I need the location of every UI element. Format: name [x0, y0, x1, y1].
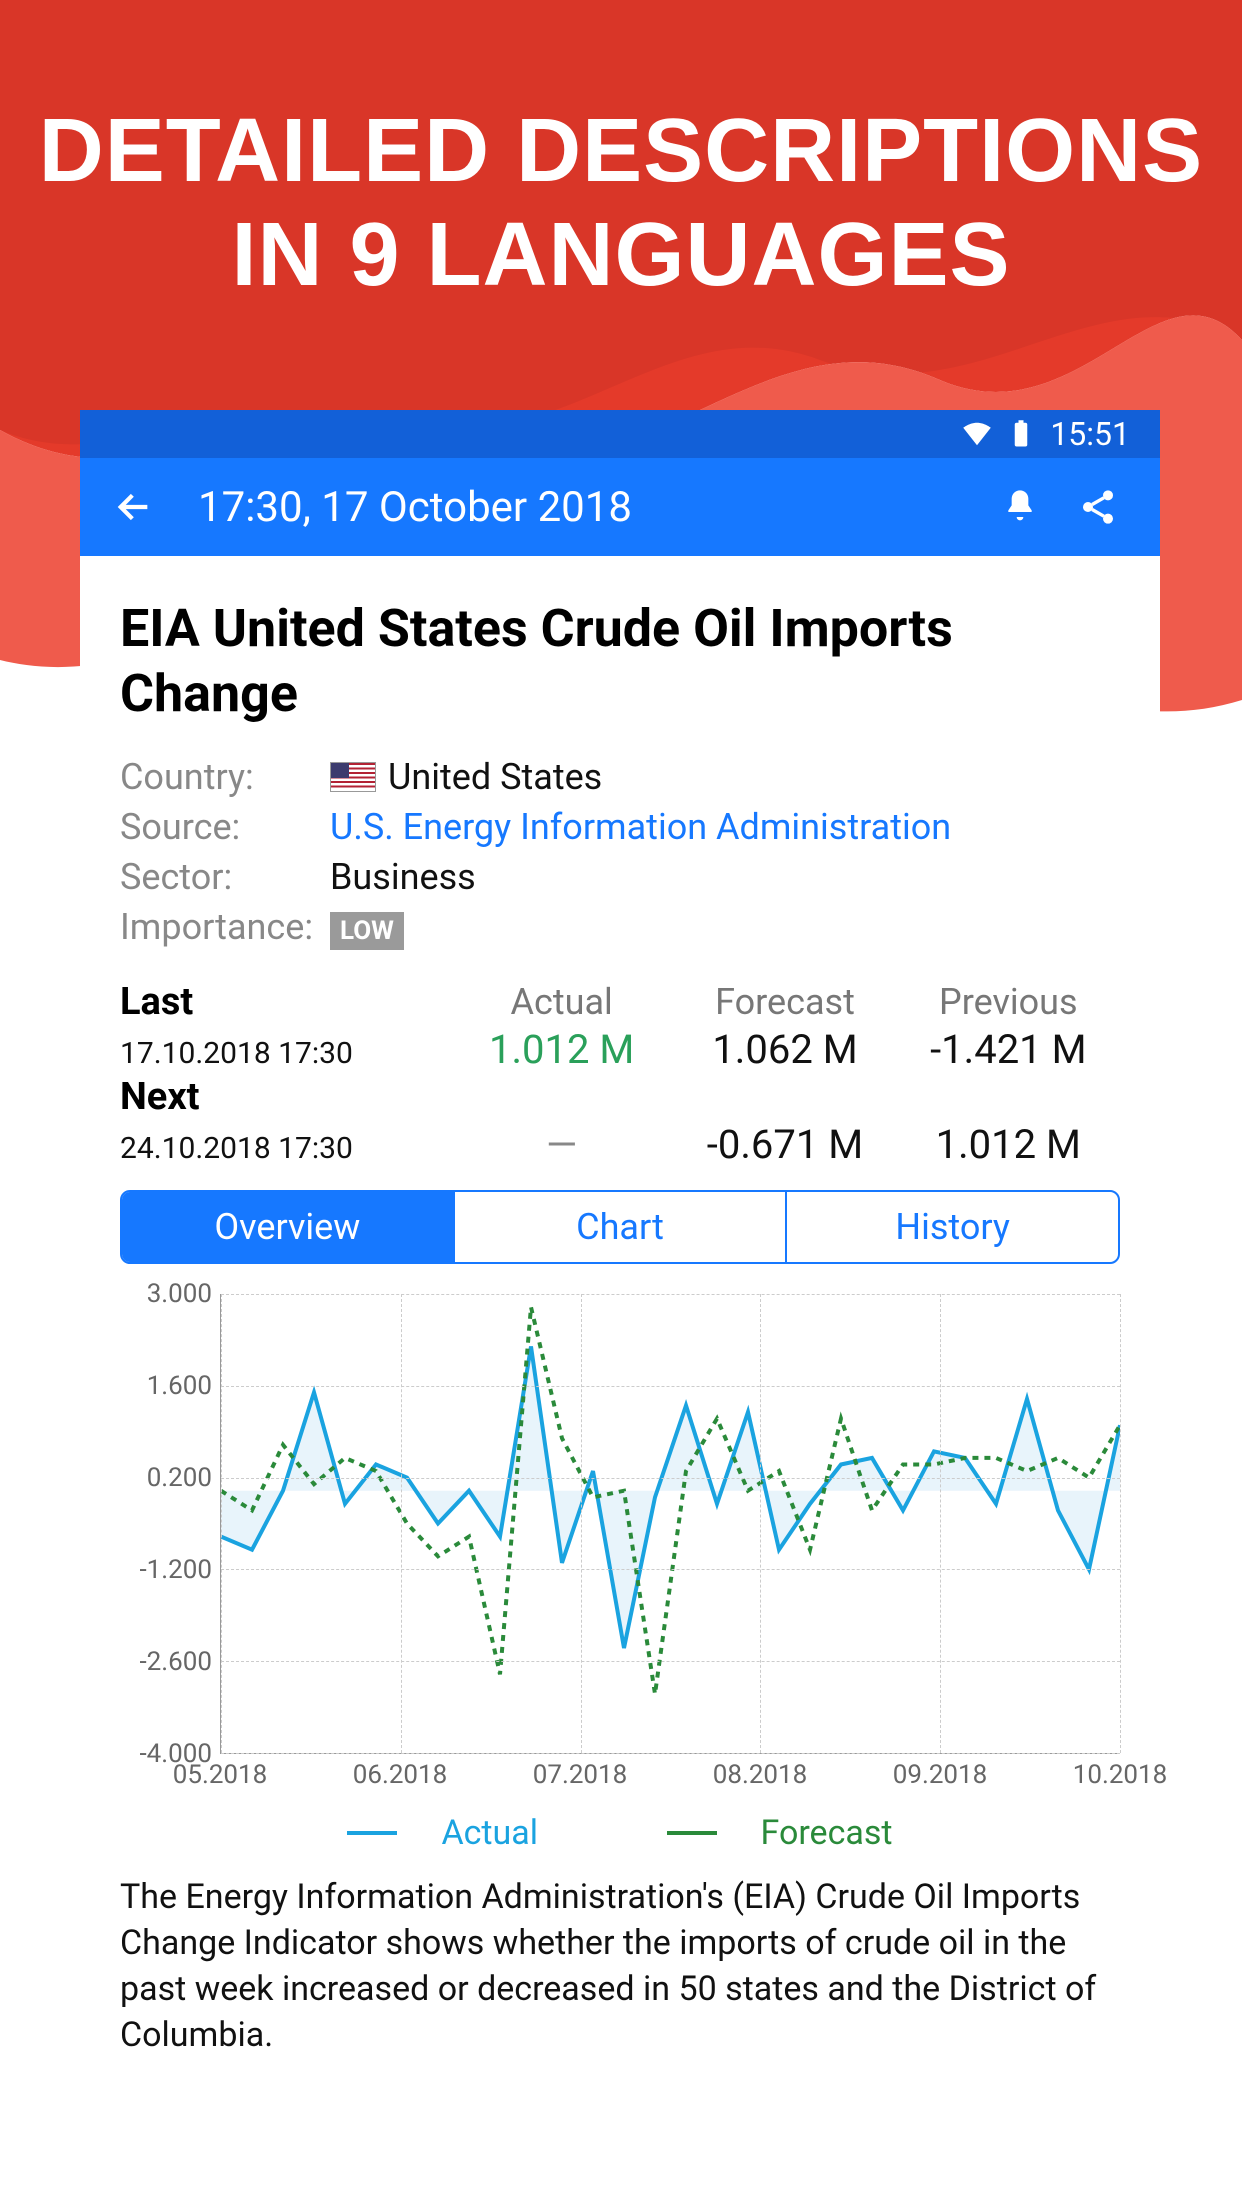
data-table: Last Actual Forecast Previous 17.10.2018… [120, 980, 1120, 1168]
tab-history[interactable]: History [785, 1192, 1118, 1262]
meta-source-link[interactable]: U.S. Energy Information Administration [330, 806, 1120, 848]
previous-header: Previous [897, 981, 1120, 1023]
chart-plot[interactable] [220, 1294, 1120, 1754]
legend-forecast: Forecast [637, 1813, 923, 1853]
chart-x-axis: 05.201806.201807.201808.201809.201810.20… [220, 1754, 1120, 1794]
promo-title: DETAILED DESCRIPTIONS IN 9 LANGUAGES [0, 100, 1242, 307]
dt-header-last: Last Actual Forecast Previous [120, 980, 1120, 1024]
tab-overview[interactable]: Overview [122, 1192, 453, 1262]
share-icon[interactable] [1066, 475, 1130, 539]
meta-sector-value: Business [330, 856, 1120, 898]
legend-actual: Actual [317, 1813, 568, 1853]
dt-next-row: 24.10.2018 17:30 — -0.671 M 1.012 M [120, 1121, 1120, 1168]
phone-frame: 15:51 17:30, 17 October 2018 EIA United … [80, 410, 1160, 2069]
last-forecast: 1.062 M [673, 1026, 896, 1073]
appbar-title: 17:30, 17 October 2018 [158, 483, 974, 532]
back-button[interactable] [110, 483, 158, 531]
next-forecast: -0.671 M [673, 1121, 896, 1168]
promo-line1: DETAILED DESCRIPTIONS [0, 100, 1242, 204]
dt-last-row: 17.10.2018 17:30 1.012 M 1.062 M -1.421 … [120, 1026, 1120, 1073]
next-previous: 1.012 M [897, 1121, 1120, 1168]
description-text: The Energy Information Administration's … [120, 1875, 1120, 2069]
next-datetime: 24.10.2018 17:30 [120, 1131, 450, 1166]
meta-grid: Country: United States Source: U.S. Ener… [120, 756, 1120, 950]
chart-y-axis: 3.0001.6000.200-1.200-2.600-4.000 [120, 1294, 220, 1754]
last-datetime: 17.10.2018 17:30 [120, 1036, 450, 1071]
status-time: 15:51 [1050, 415, 1130, 453]
dt-header-next: Next [120, 1075, 1120, 1119]
meta-country-value: United States [330, 756, 1120, 798]
meta-importance-value: LOW [330, 906, 1120, 950]
meta-source-label: Source: [120, 806, 330, 848]
last-previous: -1.421 M [897, 1026, 1120, 1073]
last-actual: 1.012 M [450, 1026, 673, 1073]
tab-chart[interactable]: Chart [453, 1192, 786, 1262]
next-label: Next [120, 1075, 200, 1119]
app-bar: 17:30, 17 October 2018 [80, 458, 1160, 556]
meta-importance-label: Importance: [120, 906, 330, 950]
status-bar: 15:51 [80, 410, 1160, 458]
forecast-header: Forecast [673, 981, 896, 1023]
wifi-icon [962, 419, 992, 449]
us-flag-icon [330, 762, 376, 792]
content-area: EIA United States Crude Oil Imports Chan… [80, 556, 1160, 2069]
meta-sector-label: Sector: [120, 856, 330, 898]
event-title: EIA United States Crude Oil Imports Chan… [120, 596, 1120, 726]
battery-icon [1006, 419, 1036, 449]
importance-badge: LOW [330, 912, 404, 950]
last-label: Last [120, 980, 193, 1024]
bell-icon[interactable] [988, 475, 1052, 539]
promo-line2: IN 9 LANGUAGES [0, 204, 1242, 308]
meta-country-label: Country: [120, 756, 330, 798]
tab-bar: Overview Chart History [120, 1190, 1120, 1264]
chart-legend: Actual Forecast [120, 1804, 1120, 1853]
next-actual: — [450, 1121, 673, 1168]
chart: 3.0001.6000.200-1.200-2.600-4.000 05.201… [120, 1294, 1120, 1794]
actual-header: Actual [450, 981, 673, 1023]
